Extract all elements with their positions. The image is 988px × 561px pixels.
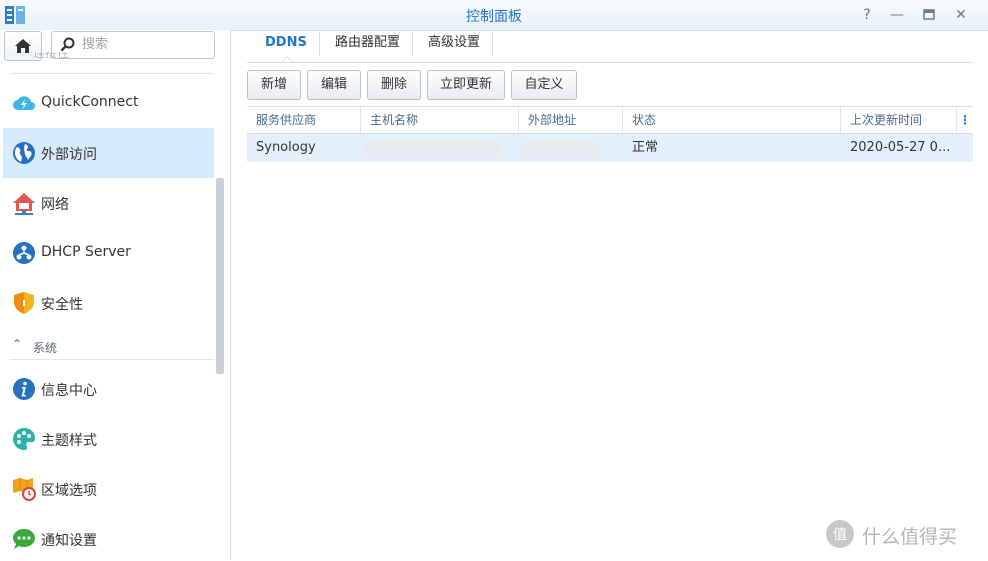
add-button[interactable]: 新增: [247, 70, 301, 100]
sidebar-item-notification[interactable]: 通知设置: [3, 514, 214, 560]
cell-status: 正常: [632, 140, 659, 155]
region-clock-icon: [13, 478, 36, 501]
tab-router-config[interactable]: 路由器配置: [321, 30, 414, 62]
grid-header: 服务供应商 主机名称 外部地址 状态 上次更新时间 ⋮: [247, 107, 973, 134]
close-icon[interactable]: ✕: [950, 4, 972, 26]
tab-bar: DDNS 路由器配置 高级设置: [247, 30, 973, 63]
dhcp-icon: [13, 242, 35, 264]
quickconnect-icon: [13, 96, 35, 110]
customize-button[interactable]: 自定义: [511, 70, 577, 100]
tab-advanced-settings[interactable]: 高级设置: [414, 30, 494, 62]
watermark-text: 什么值得买: [862, 526, 958, 548]
sidebar-item-dhcp-server[interactable]: DHCP Server: [3, 228, 214, 278]
sidebar-item-label: 安全性: [41, 297, 83, 313]
shield-icon: [14, 292, 34, 314]
sidebar-item-theme[interactable]: 主题样式: [3, 414, 214, 464]
sidebar-item-label: 外部访问: [41, 147, 97, 163]
chevron-up-icon: ⌃: [12, 337, 23, 351]
redacted-address: [521, 140, 599, 158]
minimize-icon[interactable]: —: [886, 4, 908, 26]
help-icon[interactable]: ?: [856, 4, 878, 26]
delete-button[interactable]: 删除: [367, 70, 421, 100]
sidebar-item-regional-options[interactable]: 区域选项: [3, 464, 214, 514]
tab-separator: [412, 32, 413, 56]
column-header-provider[interactable]: 服务供应商: [247, 107, 361, 133]
chevron-up-icon: ⌃: [12, 52, 23, 60]
sidebar-item-external-access[interactable]: 外部访问: [3, 128, 214, 178]
sidebar-item-info-center[interactable]: 信息中心: [3, 364, 214, 414]
table-row[interactable]: Synology 正常 2020-05-27 0...: [247, 134, 973, 162]
globe-icon: [13, 142, 35, 164]
ddns-grid: 服务供应商 主机名称 外部地址 状态 上次更新时间 ⋮ Synology 正常 …: [247, 106, 973, 561]
column-menu-icon[interactable]: ⋮: [957, 107, 973, 133]
search-icon: [60, 37, 75, 52]
watermark-logo: 值: [826, 520, 854, 548]
watermark: 值 什么值得买: [822, 516, 982, 552]
column-header-hostname[interactable]: 主机名称: [361, 107, 519, 133]
tab-separator: [492, 32, 493, 56]
sidebar-item-label: 通知设置: [41, 533, 97, 549]
sidebar-item-label: 网络: [41, 197, 69, 213]
section-label: 连接性: [33, 52, 70, 60]
column-header-external-address[interactable]: 外部地址: [519, 107, 623, 133]
sidebar-scrollbar[interactable]: [216, 178, 224, 374]
column-header-status[interactable]: 状态: [623, 107, 841, 133]
section-divider: [10, 73, 214, 74]
network-house-icon: [13, 193, 35, 215]
svg-text:值: 值: [833, 527, 847, 543]
sidebar-item-label: 区域选项: [41, 483, 97, 499]
title-bar: 控制面板 ? — ✕: [0, 0, 988, 31]
section-label: 系统: [33, 341, 58, 355]
sidebar-item-label: 主题样式: [41, 433, 97, 449]
section-header-connectivity[interactable]: ⌃ 连接性: [0, 52, 214, 66]
section-divider: [10, 359, 214, 360]
info-icon: [13, 378, 35, 400]
update-now-button[interactable]: 立即更新: [427, 70, 505, 100]
section-header-system[interactable]: ⌃ 系统: [0, 337, 214, 357]
cell-external-address: [519, 134, 623, 162]
cell-hostname: [361, 134, 519, 162]
redacted-hostname: [363, 140, 501, 158]
search-input[interactable]: [80, 36, 210, 53]
sidebar-item-network[interactable]: 网络: [3, 178, 214, 228]
sidebar: ⌃ 连接性 QuickConnect 外部访问 网络: [0, 30, 231, 560]
palette-icon: [13, 428, 35, 450]
notification-icon: [13, 529, 35, 549]
sidebar-item-quickconnect[interactable]: QuickConnect: [3, 78, 214, 128]
column-header-last-update[interactable]: 上次更新时间: [841, 107, 957, 133]
cell-provider: Synology: [256, 140, 316, 155]
window-title: 控制面板: [466, 9, 522, 25]
sidebar-item-label: 信息中心: [41, 383, 97, 399]
sidebar-item-label: QuickConnect: [41, 94, 139, 110]
tab-separator: [319, 32, 320, 56]
active-tab-indicator: [281, 56, 293, 62]
maximize-icon[interactable]: [918, 4, 940, 26]
sidebar-item-label: DHCP Server: [41, 244, 131, 260]
sidebar-item-security[interactable]: 安全性: [3, 278, 214, 328]
edit-button[interactable]: 编辑: [307, 70, 361, 100]
main-panel: DDNS 路由器配置 高级设置 新增 编辑 删除 立即更新 自定义 服务供应商 …: [231, 30, 988, 560]
cell-last-update: 2020-05-27 0...: [850, 140, 951, 155]
